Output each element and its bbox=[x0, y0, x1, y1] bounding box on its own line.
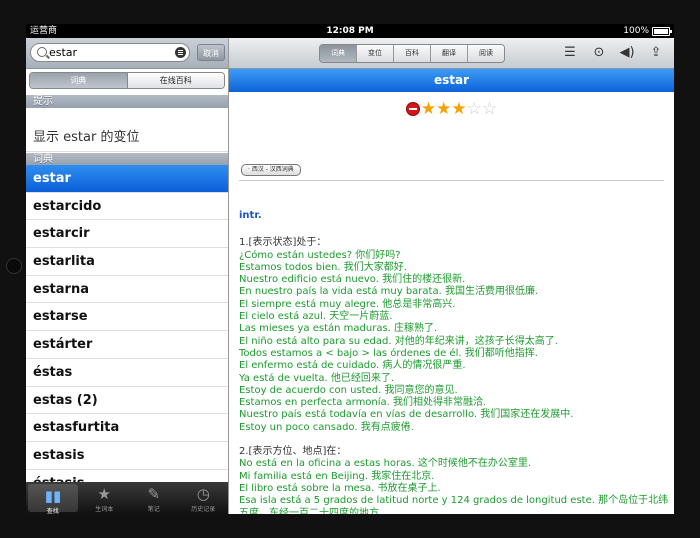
view-tab[interactable]: 阅读 bbox=[467, 45, 504, 62]
search-icon bbox=[37, 47, 47, 57]
star-empty-icon[interactable]: ☆ bbox=[467, 99, 482, 119]
example-sentence: El libro está sobre la mesa. 书放在桌子上. bbox=[239, 482, 441, 494]
example-sentence: Estamos todos bien. 我们大家都好. bbox=[239, 261, 407, 273]
books-icon: ▮▮ bbox=[44, 487, 62, 505]
clock-icon: ◷ bbox=[196, 485, 210, 503]
word-list-item[interactable]: estarcir bbox=[26, 220, 228, 249]
speaker-icon[interactable]: ◀︎) bbox=[619, 45, 635, 61]
star-icon: ★ bbox=[97, 485, 111, 503]
word-list-panel: 取消 词典在线百科 提示 显示 estar 的变位 词典 estarestarc… bbox=[26, 38, 229, 514]
battery-indicator: 100% bbox=[623, 24, 672, 38]
word-list-item[interactable]: éstas bbox=[26, 359, 228, 387]
example-sentence: Ya está de vuelta. 他已经回来了. bbox=[239, 372, 395, 384]
tab-bar: ▮▮ 查找 ★ 生词本 ✎ 笔记 ◷ 历史记录 bbox=[26, 482, 228, 514]
word-list-item[interactable]: estar bbox=[26, 165, 228, 193]
example-sentence: El siempre está muy alegre. 他总是非常高兴. bbox=[239, 298, 456, 310]
example-sentence: Mi familia está en Beijing. 我家住在北京. bbox=[239, 470, 435, 482]
home-button[interactable] bbox=[6, 258, 22, 274]
word-list-item[interactable]: estarna bbox=[26, 276, 228, 304]
example-sentence: Nuestro país está todavía en vías de des… bbox=[239, 409, 574, 421]
search-field[interactable] bbox=[30, 43, 190, 62]
source-segmented-control: 词典 在线百科 bbox=[29, 72, 225, 89]
example-sentence: ¿Cómo están ustedes? 你们好吗? bbox=[239, 249, 401, 261]
view-tab[interactable]: 翻译 bbox=[430, 45, 467, 62]
screen: 运营商 12:08 PM 100% 取消 词典在线百科 提示 显示 estar … bbox=[26, 24, 674, 514]
entry-toolbar: 词典 变位 百科 翻译 阅读 ☰ ⊙ ◀︎) ⇪ bbox=[229, 38, 674, 69]
cancel-button[interactable]: 取消 bbox=[197, 44, 225, 61]
tab-books[interactable]: ▮▮ 查找 bbox=[28, 484, 78, 514]
status-bar: 运营商 12:08 PM 100% bbox=[26, 24, 674, 38]
sense-title: 1.[表示状态]处于： bbox=[239, 237, 327, 249]
example-sentence: Esa isla está a 5 grados de latitud nort… bbox=[239, 495, 669, 514]
word-list: estar estarcido estarcir estarlita estarna es… bbox=[26, 165, 228, 498]
list-icon[interactable]: ☰ bbox=[562, 45, 578, 61]
word-list-item[interactable]: estas (2) bbox=[26, 387, 228, 415]
view-tab[interactable]: 变位 bbox=[356, 45, 393, 62]
star-filled-icon[interactable]: ★ bbox=[436, 99, 451, 119]
example-sentence: El enfermo está de cuidado. 病人的情况很严重. bbox=[239, 360, 466, 372]
search-icon[interactable]: ⊙ bbox=[591, 45, 607, 61]
word-rating[interactable]: ★★★☆☆ bbox=[229, 100, 674, 118]
remove-rating-icon[interactable] bbox=[405, 102, 420, 116]
example-sentence: Todos estamos a < bajo > las órdenes de … bbox=[239, 347, 538, 359]
hint-section-header: 提示 bbox=[26, 95, 228, 108]
view-tab[interactable]: 百科 bbox=[393, 45, 430, 62]
example-sentence: No está en la oficina a estas horas. 这个时… bbox=[239, 458, 532, 470]
tab-clock[interactable]: ◷ 历史记录 bbox=[179, 482, 229, 514]
example-sentence: Nuestro edificio está nuevo. 我们住的楼还很新. bbox=[239, 274, 466, 286]
view-segmented-control: 词典 变位 百科 翻译 阅读 bbox=[319, 44, 505, 63]
search-input[interactable] bbox=[49, 45, 167, 60]
tab-label: 历史记录 bbox=[191, 506, 216, 513]
notepad-icon: ✎ bbox=[147, 485, 161, 503]
example-sentence: Las mieses ya están maduras. 庄稼熟了. bbox=[239, 323, 438, 335]
clock: 12:08 PM bbox=[326, 26, 374, 36]
word-list-item[interactable]: estárter bbox=[26, 331, 228, 359]
tab-label: 查找 bbox=[46, 508, 59, 514]
tab-label: 笔记 bbox=[147, 506, 160, 513]
part-of-speech: intr. bbox=[239, 210, 262, 221]
tab-notepad[interactable]: ✎ 笔记 bbox=[129, 482, 179, 514]
example-sentence: Estoy de acuerdo con usted. 我同意您的意见. bbox=[239, 384, 458, 396]
example-sentence: Estamos en perfecta armonía. 我们相处得非常融洽. bbox=[239, 397, 487, 409]
battery-icon bbox=[652, 26, 672, 36]
divider bbox=[239, 180, 664, 181]
example-sentence: El niño está alto para su edad. 对他的年纪来讲，… bbox=[239, 335, 558, 347]
example-sentence: El cielo está azul. 天空一片蔚蓝. bbox=[239, 311, 393, 323]
conjugation-hint-row[interactable]: 显示 estar 的变位 bbox=[26, 124, 228, 152]
share-icon[interactable]: ⇪ bbox=[648, 45, 664, 61]
star-filled-icon[interactable]: ★ bbox=[451, 99, 466, 119]
view-tab[interactable]: 词典 bbox=[320, 45, 356, 62]
tab-star[interactable]: ★ 生词本 bbox=[80, 482, 130, 514]
entry-content: intr. 1.[表示状态]处于： ¿Cómo están ustedes? 你们… bbox=[239, 210, 669, 514]
word-list-item[interactable]: estarse bbox=[26, 303, 228, 332]
dictionary-tag[interactable]: · 西汉 - 汉西词典 bbox=[241, 164, 301, 176]
segment-dictionary[interactable]: 词典 bbox=[30, 73, 127, 88]
example-sentence: En nuestro país la vida está muy barata.… bbox=[239, 286, 539, 298]
word-list-item[interactable]: estarlita bbox=[26, 248, 228, 276]
entry-panel: 词典 变位 百科 翻译 阅读 ☰ ⊙ ◀︎) ⇪ estar ★★★☆☆ · 西汉 - … bbox=[229, 38, 674, 514]
word-list-item[interactable]: estasis bbox=[26, 442, 228, 470]
battery-fill bbox=[654, 28, 668, 34]
word-list-item[interactable]: estasfurtita bbox=[26, 414, 228, 442]
tab-label: 生词本 bbox=[95, 506, 114, 513]
search-options-icon[interactable] bbox=[175, 47, 186, 58]
example-sentence: Estoy un poco cansado. 我有点疲倦. bbox=[239, 421, 414, 433]
battery-percent: 100% bbox=[623, 26, 649, 36]
sense-title: 2.[表示方位、地点]在： bbox=[239, 446, 347, 458]
star-empty-icon[interactable]: ☆ bbox=[482, 99, 497, 119]
segment-online-encyclopedia[interactable]: 在线百科 bbox=[126, 73, 224, 88]
search-bar: 取消 bbox=[26, 38, 228, 69]
headword-title: estar bbox=[229, 69, 674, 92]
word-list-item[interactable]: estarcido bbox=[26, 193, 228, 221]
star-filled-icon[interactable]: ★ bbox=[421, 99, 436, 119]
